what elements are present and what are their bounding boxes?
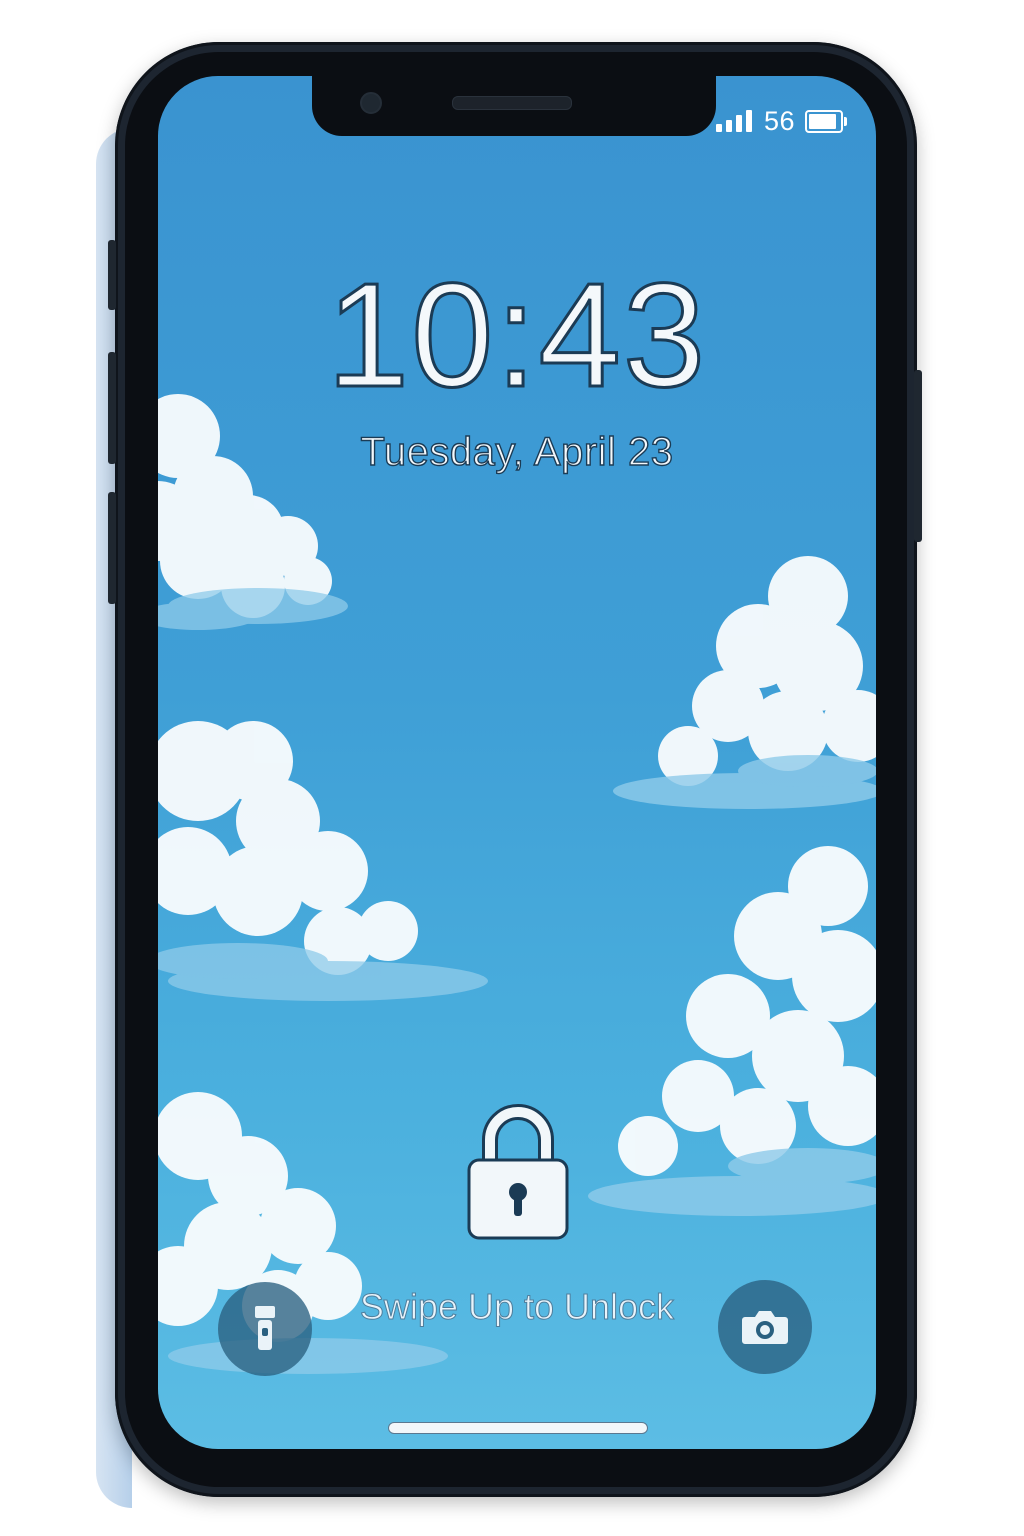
volume-down-button [108, 492, 116, 604]
earpiece-speaker [452, 96, 572, 110]
flashlight-button[interactable] [218, 1282, 312, 1376]
camera-button[interactable] [718, 1280, 812, 1374]
volume-up-button [108, 352, 116, 464]
camera-icon [742, 1311, 788, 1344]
power-button [914, 370, 922, 542]
home-indicator[interactable] [388, 1422, 648, 1434]
network-label: 56 [764, 105, 796, 136]
mute-switch [108, 240, 116, 310]
battery-icon [805, 109, 848, 133]
battery-level [809, 113, 837, 129]
phone-mockup: 56 10:43 Tuesday, April 23 Swipe Up to U… [0, 0, 1024, 1536]
cloud [588, 846, 876, 1216]
padlock-icon [467, 1104, 569, 1240]
clock-time: 10:43 [325, 253, 708, 418]
front-camera [360, 92, 382, 114]
status-bar: 56 [716, 104, 848, 138]
flashlight-icon [255, 1306, 275, 1350]
clock-date: Tuesday, April 23 [360, 429, 674, 474]
signal-icon [716, 110, 752, 132]
cloud [613, 556, 876, 809]
cloud [158, 394, 348, 630]
cloud [158, 721, 488, 1001]
